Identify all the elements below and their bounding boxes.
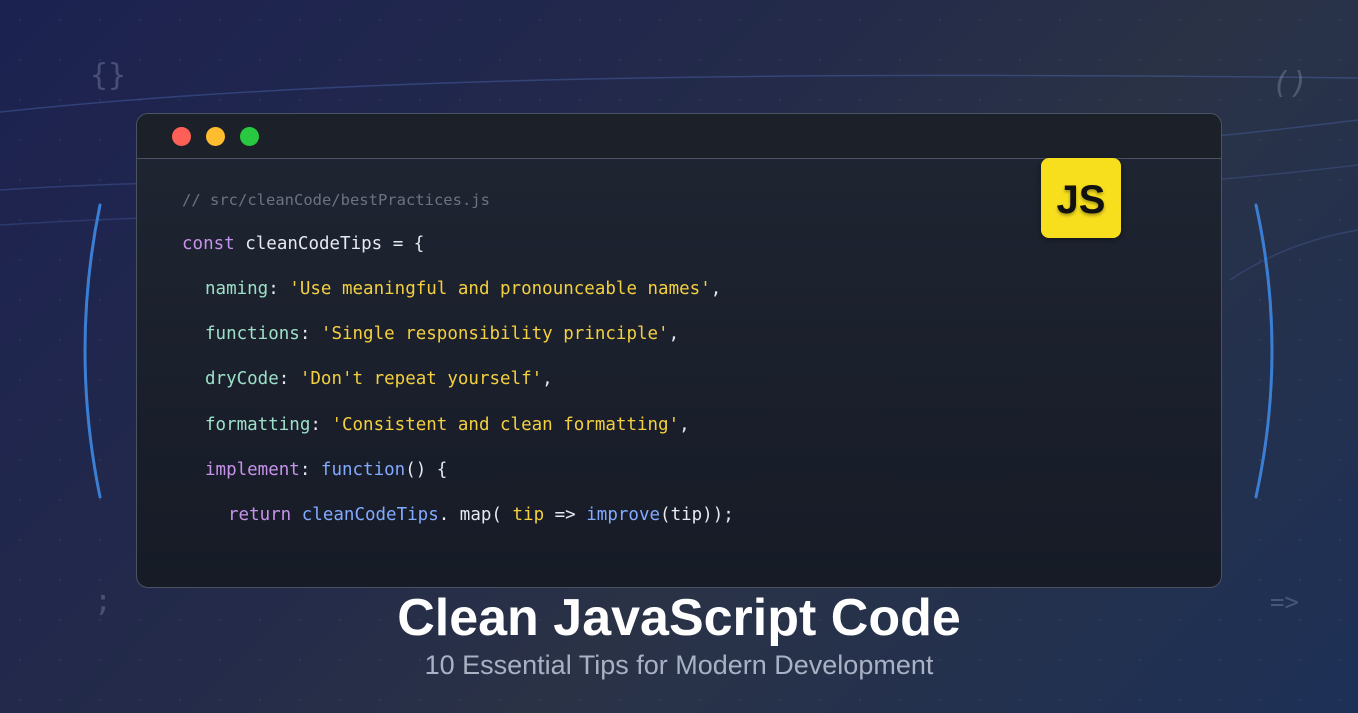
return-keyword: return: [228, 505, 292, 525]
code-line-naming: naming: 'Use meaningful and pronounceabl…: [205, 277, 721, 301]
implement-end: () {: [405, 460, 448, 480]
code-line-formatting: formatting: 'Consistent and clean format…: [205, 413, 690, 437]
close-dot-icon[interactable]: [172, 127, 191, 146]
braces-decoration: {}: [90, 58, 127, 93]
function-keyword: function: [320, 460, 406, 480]
code-line-drycode: dryCode: 'Don't repeat yourself',: [205, 367, 553, 391]
functions-key: functions: [205, 324, 300, 344]
implement-key: implement: [205, 460, 300, 480]
minimize-dot-icon[interactable]: [206, 127, 225, 146]
maximize-dot-icon[interactable]: [240, 127, 259, 146]
functions-value: 'Single responsibility principle': [320, 324, 669, 344]
implement-sep: :: [299, 460, 321, 480]
drycode-value: 'Don't repeat yourself': [299, 369, 543, 389]
improve-call: improve: [586, 505, 661, 525]
code-line-declaration: const cleanCodeTips = {: [182, 232, 424, 256]
page-title: Clean JavaScript Code: [397, 589, 961, 647]
formatting-value: 'Consistent and clean formatting': [331, 415, 680, 435]
code-line-functions: functions: 'Single responsibility princi…: [205, 322, 679, 346]
naming-value: 'Use meaningful and pronounceable names': [289, 279, 711, 299]
code-block: // src/cleanCode/bestPractices.js const …: [182, 176, 734, 525]
window-titlebar: [137, 114, 1221, 159]
page-subtitle: 10 Essential Tips for Modern Development: [424, 650, 934, 680]
parens-decoration: (): [1272, 66, 1309, 101]
code-line-return: return cleanCodeTips. map( tip => improv…: [228, 503, 734, 527]
declaration-rest: cleanCodeTips = {: [234, 234, 425, 254]
return-object: cleanCodeTips: [301, 505, 439, 525]
code-line-implement: implement: function() {: [205, 458, 447, 482]
file-path-comment: // src/cleanCode/bestPractices.js: [182, 191, 490, 209]
formatting-end: ,: [679, 415, 690, 435]
naming-end: ,: [710, 279, 722, 299]
map-call: . map(: [438, 505, 513, 525]
arrow-operator: =>: [544, 505, 587, 525]
tip-param: tip: [512, 505, 545, 525]
naming-key: naming: [205, 279, 269, 299]
js-logo-icon: JS: [1041, 158, 1121, 238]
functions-end: ,: [668, 324, 680, 344]
code-window: JS // src/cleanCode/bestPractices.js con…: [136, 113, 1222, 588]
drycode-sep: :: [278, 369, 300, 389]
js-logo-text: JS: [1056, 177, 1106, 222]
naming-sep: :: [268, 279, 290, 299]
formatting-key: formatting: [205, 415, 311, 435]
drycode-key: dryCode: [205, 369, 279, 389]
functions-sep: :: [299, 324, 321, 344]
const-keyword: const: [182, 234, 235, 254]
return-end: (tip));: [660, 505, 734, 525]
code-comment-line: // src/cleanCode/bestPractices.js: [182, 188, 490, 212]
formatting-sep: :: [310, 415, 332, 435]
drycode-end: ,: [542, 369, 553, 389]
